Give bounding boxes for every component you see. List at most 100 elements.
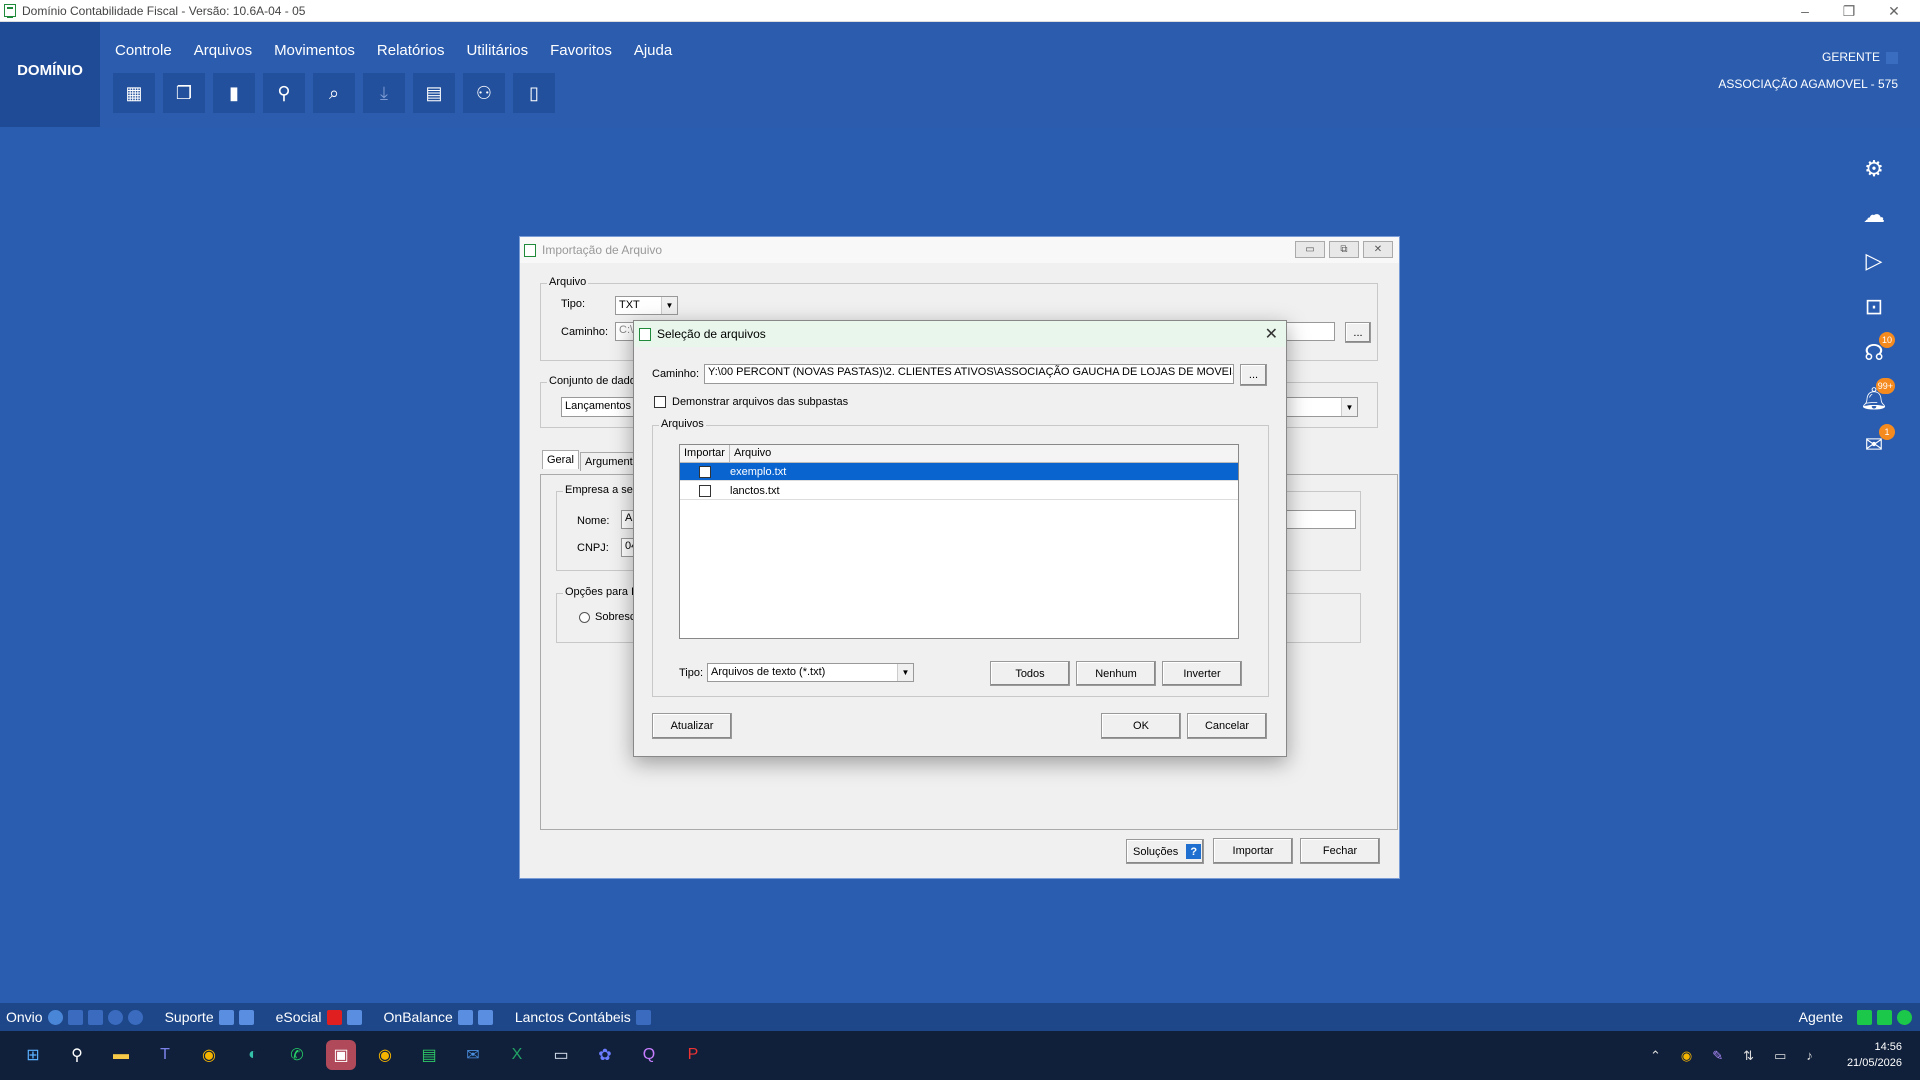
play-circle-icon[interactable]: ▷ <box>1857 244 1891 278</box>
search-doc-icon[interactable]: ⌕ <box>313 73 355 113</box>
list-item[interactable]: lanctos.txt <box>680 482 1238 500</box>
esocial-label[interactable]: eSocial <box>276 1009 322 1025</box>
chrome-profile-icon[interactable]: ◉ <box>370 1040 400 1070</box>
document-icon[interactable]: ▮ <box>213 73 255 113</box>
fechar-button[interactable]: Fechar <box>1300 838 1380 864</box>
tipo-select[interactable]: Arquivos de texto (*.txt) ▼ <box>707 663 914 682</box>
menu-ajuda[interactable]: Ajuda <box>634 42 672 59</box>
nenhum-button[interactable]: Nenhum <box>1076 661 1156 686</box>
chevron-down-icon[interactable]: ▼ <box>661 297 677 314</box>
tab-geral[interactable]: Geral <box>542 450 579 469</box>
play-icon[interactable] <box>47 1009 63 1025</box>
chrome-icon[interactable]: ◉ <box>194 1040 224 1070</box>
chrome-tray-icon[interactable]: ◉ <box>1681 1048 1692 1064</box>
browse-button[interactable]: ... <box>1345 322 1371 343</box>
minimize-button[interactable]: – <box>1789 0 1821 22</box>
plus-icon[interactable] <box>218 1009 234 1025</box>
esocial-list-icon[interactable] <box>346 1009 362 1025</box>
menu-arquivos[interactable]: Arquivos <box>194 42 252 59</box>
column-arquivo[interactable]: Arquivo <box>730 445 1238 462</box>
bell-icon[interactable]: 🔔︎ 99+ <box>1857 378 1895 416</box>
outlook-icon[interactable]: ✉ <box>458 1040 488 1070</box>
search-icon[interactable]: ⚲ <box>62 1040 92 1070</box>
lanctos-label[interactable]: Lanctos Contábeis <box>515 1009 631 1025</box>
restore-button[interactable]: ❐ <box>1833 0 1865 22</box>
list-icon[interactable] <box>238 1009 254 1025</box>
teams-icon[interactable]: T <box>150 1040 180 1070</box>
importar-button[interactable]: Importar <box>1213 838 1293 864</box>
whatsapp-icon[interactable]: ✆ <box>282 1040 312 1070</box>
edge-icon[interactable]: ◐ <box>238 1040 268 1070</box>
building-icon[interactable]: ▦ <box>113 73 155 113</box>
menu-relatorios[interactable]: Relatórios <box>377 42 445 59</box>
agent-online-icon[interactable] <box>1897 1009 1912 1025</box>
agent-status-icon[interactable] <box>1857 1009 1872 1025</box>
onvio-label[interactable]: Onvio <box>6 1009 43 1025</box>
menu-controle[interactable]: Controle <box>115 42 172 59</box>
onvio-doc-icon[interactable] <box>67 1009 83 1025</box>
sobrescrever-radio[interactable] <box>579 612 590 623</box>
volume-icon[interactable]: ♪ <box>1806 1048 1813 1063</box>
pen-icon[interactable]: ✎ <box>1712 1048 1723 1064</box>
onvio-circle2-icon[interactable] <box>127 1009 143 1025</box>
agent-network-icon[interactable] <box>1877 1009 1892 1025</box>
remote-app-icon[interactable]: ▣ <box>326 1040 356 1070</box>
chevron-up-icon[interactable]: ⌃ <box>1650 1048 1661 1064</box>
clock[interactable]: 14:56 21/05/2026 <box>1847 1039 1902 1071</box>
chevron-down-icon[interactable]: ▼ <box>897 664 913 681</box>
onbalance-label[interactable]: OnBalance <box>384 1009 453 1025</box>
cloud-upload-icon[interactable]: ☁ <box>1857 198 1891 232</box>
suporte-label[interactable]: Suporte <box>165 1009 214 1025</box>
inverter-button[interactable]: Inverter <box>1162 661 1242 686</box>
atualizar-button[interactable]: Atualizar <box>652 713 732 739</box>
help-icon[interactable]: ? <box>1186 844 1202 859</box>
mail-icon[interactable] <box>457 1009 473 1025</box>
chat-icon[interactable]: ✉ 1 <box>1857 424 1895 462</box>
display-icon[interactable]: ▭ <box>1774 1048 1786 1064</box>
todos-button[interactable]: Todos <box>990 661 1070 686</box>
cancelar-button[interactable]: Cancelar <box>1187 713 1267 739</box>
app-q-icon[interactable]: Q <box>634 1040 664 1070</box>
import-checkbox[interactable] <box>699 484 711 497</box>
person-chart-icon[interactable]: ⚇ <box>463 73 505 113</box>
import-checkbox[interactable] <box>699 465 711 478</box>
excel-icon[interactable]: X <box>502 1040 532 1070</box>
ok-button[interactable]: OK <box>1101 713 1181 739</box>
solucoes-button[interactable]: Soluções ? <box>1126 839 1204 864</box>
column-importar[interactable]: Importar <box>680 445 730 462</box>
close-button[interactable]: ✕ <box>1363 241 1393 258</box>
download-icon[interactable]: ⤓ <box>363 73 405 113</box>
file-explorer-icon[interactable]: ▬ <box>106 1040 136 1070</box>
calculator-icon[interactable]: ▤ <box>413 73 455 113</box>
download-icon[interactable] <box>477 1009 493 1025</box>
lanctos-icon[interactable] <box>635 1009 651 1025</box>
company-name[interactable]: ASSOCIAÇÃO AGAMOVEL - 575 <box>1718 71 1898 98</box>
agente-label[interactable]: Agente <box>1799 1009 1843 1025</box>
headset-icon[interactable]: ☊ 10 <box>1857 332 1895 370</box>
maximize-button[interactable]: ⧉ <box>1329 241 1359 258</box>
menu-movimentos[interactable]: Movimentos <box>274 42 355 59</box>
settings-icon[interactable]: ⚙ <box>1857 152 1891 186</box>
close-icon[interactable]: ✕ <box>1265 324 1278 344</box>
minimize-button[interactable]: ▭ <box>1295 241 1325 258</box>
menu-favoritos[interactable]: Favoritos <box>550 42 612 59</box>
list-item[interactable]: exemplo.txt <box>680 463 1238 481</box>
terminal-icon[interactable]: ▭ <box>546 1040 576 1070</box>
subpastas-checkbox[interactable] <box>654 396 666 408</box>
dominio-app-icon[interactable]: ▤ <box>414 1040 444 1070</box>
esocial-alert-icon[interactable] <box>326 1009 342 1025</box>
onvio-circle-icon[interactable] <box>107 1009 123 1025</box>
search-icon[interactable]: ⚲ <box>263 73 305 113</box>
app-p-icon[interactable]: P <box>678 1040 708 1070</box>
caminho-field[interactable]: Y:\00 PERCONT (NOVAS PASTAS)\2. CLIENTES… <box>704 364 1234 384</box>
bookmark-icon[interactable]: ▯ <box>513 73 555 113</box>
user-dropdown-icon[interactable] <box>1886 51 1898 64</box>
windows-start-icon[interactable]: ⊞ <box>18 1040 48 1070</box>
user-name[interactable]: GERENTE <box>1822 44 1880 71</box>
menu-utilitarios[interactable]: Utilitários <box>466 42 528 59</box>
inbox-icon[interactable]: ⊡ <box>1857 290 1891 324</box>
onvio-doc2-icon[interactable] <box>87 1009 103 1025</box>
copy-docs-icon[interactable]: ❐ <box>163 73 205 113</box>
network-icon[interactable]: ⇅ <box>1743 1048 1754 1064</box>
tipo-select[interactable]: TXT ▼ <box>615 296 678 315</box>
